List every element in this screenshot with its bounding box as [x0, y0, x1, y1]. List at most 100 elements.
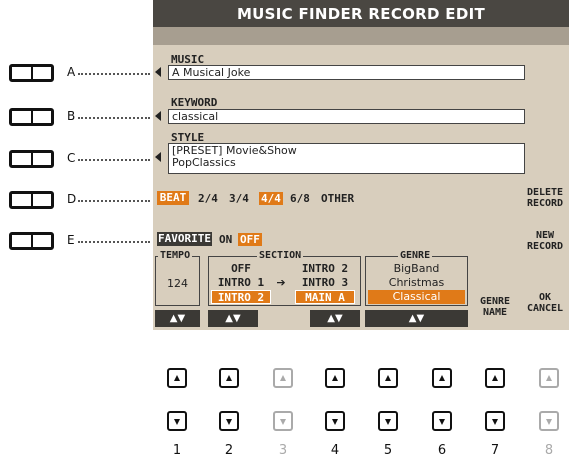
music-field[interactable]: A Musical Joke	[168, 65, 525, 80]
up-arrow-icon	[546, 375, 552, 381]
down-arrow-icon	[492, 419, 498, 425]
up-arrow-icon	[492, 375, 498, 381]
up-button-3[interactable]	[273, 368, 293, 388]
down-arrow-icon	[439, 419, 445, 425]
section-main-a-selected[interactable]: MAIN A	[295, 290, 355, 304]
section-arrow-icon: ➔	[276, 276, 286, 289]
leader-line-a	[78, 73, 150, 75]
favorite-off-option[interactable]: OFF	[238, 233, 262, 246]
panel-button-e[interactable]	[9, 232, 54, 250]
down-button-4[interactable]	[325, 411, 345, 431]
beat-option-4-4[interactable]: 4/4	[259, 192, 283, 205]
genre-name-line-1: GENRE	[479, 296, 511, 307]
panel-button-c[interactable]	[9, 150, 54, 168]
column-number-8: 8	[544, 443, 554, 458]
button-label-d: D	[67, 192, 77, 206]
delete-record-line-2: RECORD	[526, 198, 564, 209]
up-button-6[interactable]	[432, 368, 452, 388]
leader-line-b	[78, 117, 150, 119]
column-number-7: 7	[490, 443, 500, 458]
music-pointer-icon	[155, 67, 161, 77]
style-line-2: PopClassics	[172, 156, 236, 169]
section-intro-2-selected[interactable]: INTRO 2	[211, 290, 271, 304]
up-arrow-icon	[226, 375, 232, 381]
new-record-line-2: RECORD	[526, 241, 564, 252]
beat-option-2-4[interactable]: 2/4	[198, 192, 218, 205]
genre-label: GENRE	[398, 250, 433, 261]
button-label-c: C	[67, 151, 76, 165]
up-button-2[interactable]	[219, 368, 239, 388]
keyword-pointer-icon	[155, 111, 161, 121]
tempo-updown-bar[interactable]: ▲▼	[155, 310, 200, 327]
column-number-2: 2	[224, 443, 234, 458]
up-arrow-icon	[385, 375, 391, 381]
delete-record-button[interactable]: DELETE RECORD	[519, 187, 569, 209]
down-button-1[interactable]	[167, 411, 187, 431]
title-bar: MUSIC FINDER RECORD EDIT	[153, 0, 569, 27]
button-label-e: E	[67, 233, 75, 247]
up-arrow-icon	[439, 375, 445, 381]
up-button-5[interactable]	[378, 368, 398, 388]
panel-button-a[interactable]	[9, 64, 54, 82]
up-button-4[interactable]	[325, 368, 345, 388]
section-right-updown-bar[interactable]: ▲▼	[310, 310, 360, 327]
panel-button-b[interactable]	[9, 108, 54, 126]
down-button-7[interactable]	[485, 411, 505, 431]
down-arrow-icon	[226, 419, 232, 425]
beat-option-3-4[interactable]: 3/4	[229, 192, 249, 205]
section-intro-3[interactable]: INTRO 3	[293, 276, 357, 289]
section-intro-2[interactable]: INTRO 2	[293, 262, 357, 275]
tempo-label: TEMPO	[158, 250, 193, 261]
column-number-1: 1	[172, 443, 182, 458]
up-button-8[interactable]	[539, 368, 559, 388]
genre-name-button[interactable]: GENRE NAME	[472, 296, 518, 318]
genre-item-christmas[interactable]: Christmas	[365, 276, 468, 289]
button-label-b: B	[67, 109, 76, 123]
new-record-line-1: NEW	[535, 230, 555, 241]
leader-line-d	[78, 200, 150, 202]
down-button-2[interactable]	[219, 411, 239, 431]
lcd-screen: MUSIC FINDER RECORD EDIT MUSIC A Musical…	[153, 0, 569, 330]
keyword-field[interactable]: classical	[168, 109, 525, 124]
beat-option-other[interactable]: OTHER	[321, 192, 354, 205]
new-record-button[interactable]: NEW RECORD	[519, 230, 569, 252]
button-label-a: A	[67, 65, 76, 79]
down-arrow-icon	[546, 419, 552, 425]
down-arrow-icon	[332, 419, 338, 425]
down-arrow-icon	[280, 419, 286, 425]
screen-title: MUSIC FINDER RECORD EDIT	[236, 5, 486, 23]
genre-item-bigband[interactable]: BigBand	[365, 262, 468, 275]
down-button-3[interactable]	[273, 411, 293, 431]
down-button-5[interactable]	[378, 411, 398, 431]
style-field[interactable]: [PRESET] Movie&Show PopClassics	[168, 143, 525, 174]
up-arrow-icon	[174, 375, 180, 381]
section-intro-1[interactable]: INTRO 1	[211, 276, 271, 289]
column-number-4: 4	[330, 443, 340, 458]
ok-cancel-button[interactable]: OK CANCEL	[519, 292, 569, 314]
genre-item-classical-selected[interactable]: Classical	[368, 290, 465, 304]
ok-line: OK	[538, 292, 552, 303]
tempo-value[interactable]: 124	[155, 277, 200, 290]
section-left-updown-bar[interactable]: ▲▼	[208, 310, 258, 327]
cancel-line: CANCEL	[526, 303, 564, 314]
favorite-on-option[interactable]: ON	[219, 233, 232, 246]
leader-line-c	[78, 159, 150, 161]
column-number-5: 5	[383, 443, 393, 458]
beat-label: BEAT	[157, 191, 189, 205]
down-button-6[interactable]	[432, 411, 452, 431]
delete-record-line-1: DELETE	[526, 187, 564, 198]
column-number-3: 3	[278, 443, 288, 458]
column-number-6: 6	[437, 443, 447, 458]
genre-updown-bar[interactable]: ▲▼	[365, 310, 468, 327]
section-label: SECTION	[257, 250, 304, 261]
down-arrow-icon	[385, 419, 391, 425]
beat-option-6-8[interactable]: 6/8	[290, 192, 310, 205]
panel-button-d[interactable]	[9, 191, 54, 209]
down-button-8[interactable]	[539, 411, 559, 431]
leader-line-e	[78, 241, 150, 243]
up-arrow-icon	[280, 375, 286, 381]
up-button-1[interactable]	[167, 368, 187, 388]
up-button-7[interactable]	[485, 368, 505, 388]
genre-name-line-2: NAME	[482, 307, 508, 318]
section-off[interactable]: OFF	[211, 262, 271, 275]
